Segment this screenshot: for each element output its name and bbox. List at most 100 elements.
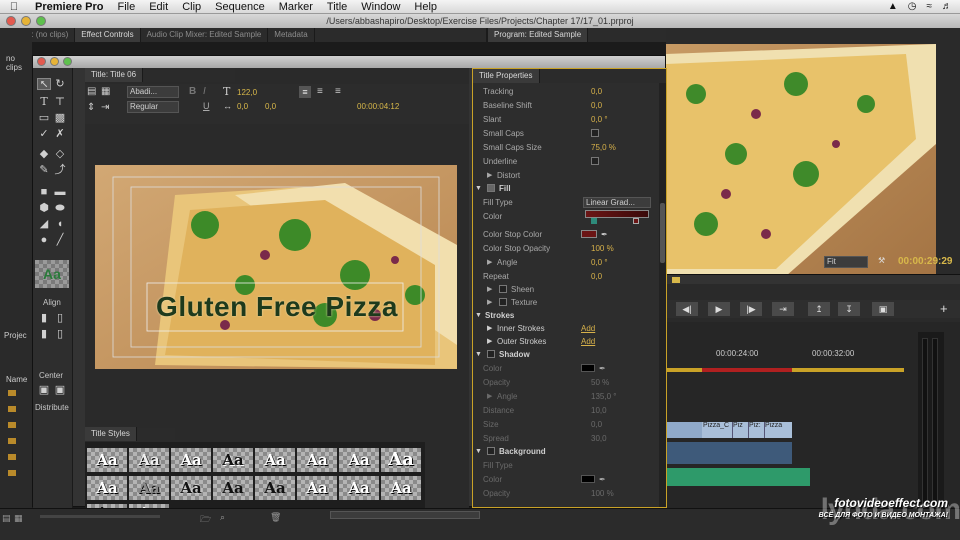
expand-icon[interactable]: ▶ (487, 390, 492, 403)
align-right-icon[interactable]: ▮ (37, 328, 51, 340)
tab-effect-controls[interactable]: Effect Controls (75, 28, 141, 42)
style-swatch[interactable]: Aa (87, 448, 127, 472)
rounded-corner-tool-icon[interactable]: ⬬ (53, 202, 67, 214)
title-text[interactable]: Gluten Free Pizza (149, 285, 405, 329)
menu-marker[interactable]: Marker (272, 0, 320, 14)
templates-icon[interactable]: ▦ (101, 86, 110, 97)
music-clip[interactable] (666, 468, 810, 486)
video-clip[interactable]: Pizza_C (702, 422, 732, 438)
arrow-tool-icon[interactable]: ⤴ (53, 164, 67, 176)
style-swatch[interactable]: Aa (129, 476, 169, 500)
line-tool-icon[interactable]: ╱ (53, 234, 67, 246)
color-stop-right[interactable] (633, 218, 639, 224)
audio-clip[interactable] (666, 442, 792, 464)
texture-checkbox[interactable] (499, 298, 507, 306)
style-swatch[interactable]: Aa (171, 448, 211, 472)
tracking-value[interactable]: 0,0 (591, 85, 602, 98)
go-to-out-button[interactable]: ⇥ (772, 302, 794, 316)
menu-window[interactable]: Window (354, 0, 407, 14)
apple-menu-icon[interactable]:  (0, 1, 28, 13)
menu-sequence[interactable]: Sequence (208, 0, 272, 14)
tab-program[interactable]: Program: Edited Sample (488, 28, 589, 42)
angle-value[interactable]: 0,0 ° (591, 256, 608, 269)
style-swatch[interactable]: Aa (381, 476, 421, 500)
background-opacity-value[interactable]: 100 % (591, 487, 614, 500)
rounded-rect-tool-icon[interactable]: ▬ (53, 186, 67, 198)
expand-icon[interactable]: ▶ (487, 169, 492, 182)
collapse-icon[interactable]: ▼ (475, 309, 482, 322)
tab-title-styles[interactable]: Title Styles (85, 427, 137, 441)
area-type-tool-icon[interactable]: ⊤ (53, 96, 67, 108)
convert-anchor-tool-icon[interactable]: ◇ (53, 148, 67, 160)
path-type-tool-icon[interactable]: ▭ (37, 112, 51, 124)
menu-help[interactable]: Help (407, 0, 444, 14)
collapse-icon[interactable]: ▼ (475, 348, 482, 361)
sheen-checkbox[interactable] (499, 285, 507, 293)
folder-icon[interactable] (8, 390, 16, 480)
tab-stops-icon[interactable]: ⇥ (101, 102, 109, 113)
timemachine-icon[interactable]: ◷ (908, 1, 917, 12)
lift-button[interactable]: ↥ (808, 302, 830, 316)
color-stop-left[interactable] (591, 218, 597, 224)
font-family-select[interactable]: Abadi... (127, 86, 179, 98)
titler-close-button[interactable] (37, 57, 46, 66)
expand-icon[interactable]: ▶ (487, 296, 492, 309)
baseline-shift-value[interactable]: 0,0 (591, 99, 602, 112)
add-button-icon[interactable]: + (940, 301, 948, 316)
collapse-icon[interactable]: ▼ (475, 445, 482, 458)
wifi-icon[interactable]: ≈ (927, 1, 933, 12)
wedge-tool-icon[interactable]: ◢ (37, 218, 51, 230)
export-frame-button[interactable]: ▣ (872, 302, 894, 316)
zoom-window-button[interactable] (36, 16, 46, 26)
align-center-text-icon[interactable]: ≡ (317, 86, 323, 97)
style-swatch[interactable]: Aa (255, 476, 295, 500)
tab-audio-mixer[interactable]: Audio Clip Mixer: Edited Sample (141, 28, 269, 42)
close-window-button[interactable] (6, 16, 16, 26)
repeat-value[interactable]: 0,0 (591, 270, 602, 283)
style-swatch[interactable]: Aa (339, 448, 379, 472)
video-clip[interactable]: Piz: (748, 422, 764, 438)
wrench-icon[interactable]: ⚒ (878, 256, 885, 265)
italic-icon[interactable]: I (203, 86, 206, 97)
step-back-button[interactable]: ◀| (676, 302, 698, 316)
shadow-color-swatch[interactable] (581, 364, 595, 372)
tab-title[interactable]: Title: Title 06 (85, 68, 144, 82)
center-vertical-icon[interactable]: ▣ (53, 384, 67, 396)
menu-clip[interactable]: Clip (175, 0, 208, 14)
style-swatch[interactable]: Aa (213, 476, 253, 500)
program-time-ruler[interactable] (666, 274, 960, 284)
titler-zoom-button[interactable] (63, 57, 72, 66)
menu-file[interactable]: File (110, 0, 142, 14)
color-stop-swatch[interactable] (581, 230, 597, 238)
small-caps-size-value[interactable]: 75,0 % (591, 141, 616, 154)
eyedropper-icon[interactable]: ✒ (601, 228, 608, 241)
eyedropper-icon[interactable]: ✒ (599, 362, 606, 375)
vertical-path-type-tool-icon[interactable]: ▩ (53, 112, 67, 124)
bold-icon[interactable]: B (189, 86, 196, 97)
name-column-header[interactable]: Name (6, 375, 27, 384)
title-timecode[interactable]: 00:00:04:12 (357, 102, 399, 111)
shadow-distance-value[interactable]: 10,0 (591, 404, 607, 417)
tab-metadata[interactable]: Metadata (268, 28, 315, 42)
delete-icon[interactable]: 🗑 (270, 512, 281, 523)
small-caps-checkbox[interactable] (591, 129, 599, 137)
align-right-text-icon[interactable]: ≡ (335, 86, 341, 97)
rotation-tool-icon[interactable]: ↻ (53, 78, 67, 90)
color-stop-opacity-value[interactable]: 100 % (591, 242, 614, 255)
style-swatch[interactable]: Aa (381, 448, 421, 472)
clipped-corner-tool-icon[interactable]: ⬢ (37, 202, 51, 214)
leading-value[interactable]: 0,0 (265, 102, 276, 111)
fill-checkbox[interactable] (487, 184, 495, 192)
menu-title[interactable]: Title (320, 0, 354, 14)
font-style-select[interactable]: Regular (127, 101, 179, 113)
playhead-icon[interactable] (672, 277, 680, 283)
tab-title-properties[interactable]: Title Properties (473, 69, 540, 83)
volume-icon[interactable]: ♬ (942, 1, 952, 12)
align-top-icon[interactable]: ▯ (53, 328, 67, 340)
list-view-icon[interactable]: ▤ (2, 513, 11, 524)
horizontal-scrollbar[interactable] (330, 511, 480, 519)
shadow-angle-value[interactable]: 135,0 ° (591, 390, 616, 403)
shadow-checkbox[interactable] (487, 350, 495, 358)
underline-checkbox[interactable] (591, 157, 599, 165)
roll-crawl-icon[interactable]: ⇕ (87, 102, 95, 113)
